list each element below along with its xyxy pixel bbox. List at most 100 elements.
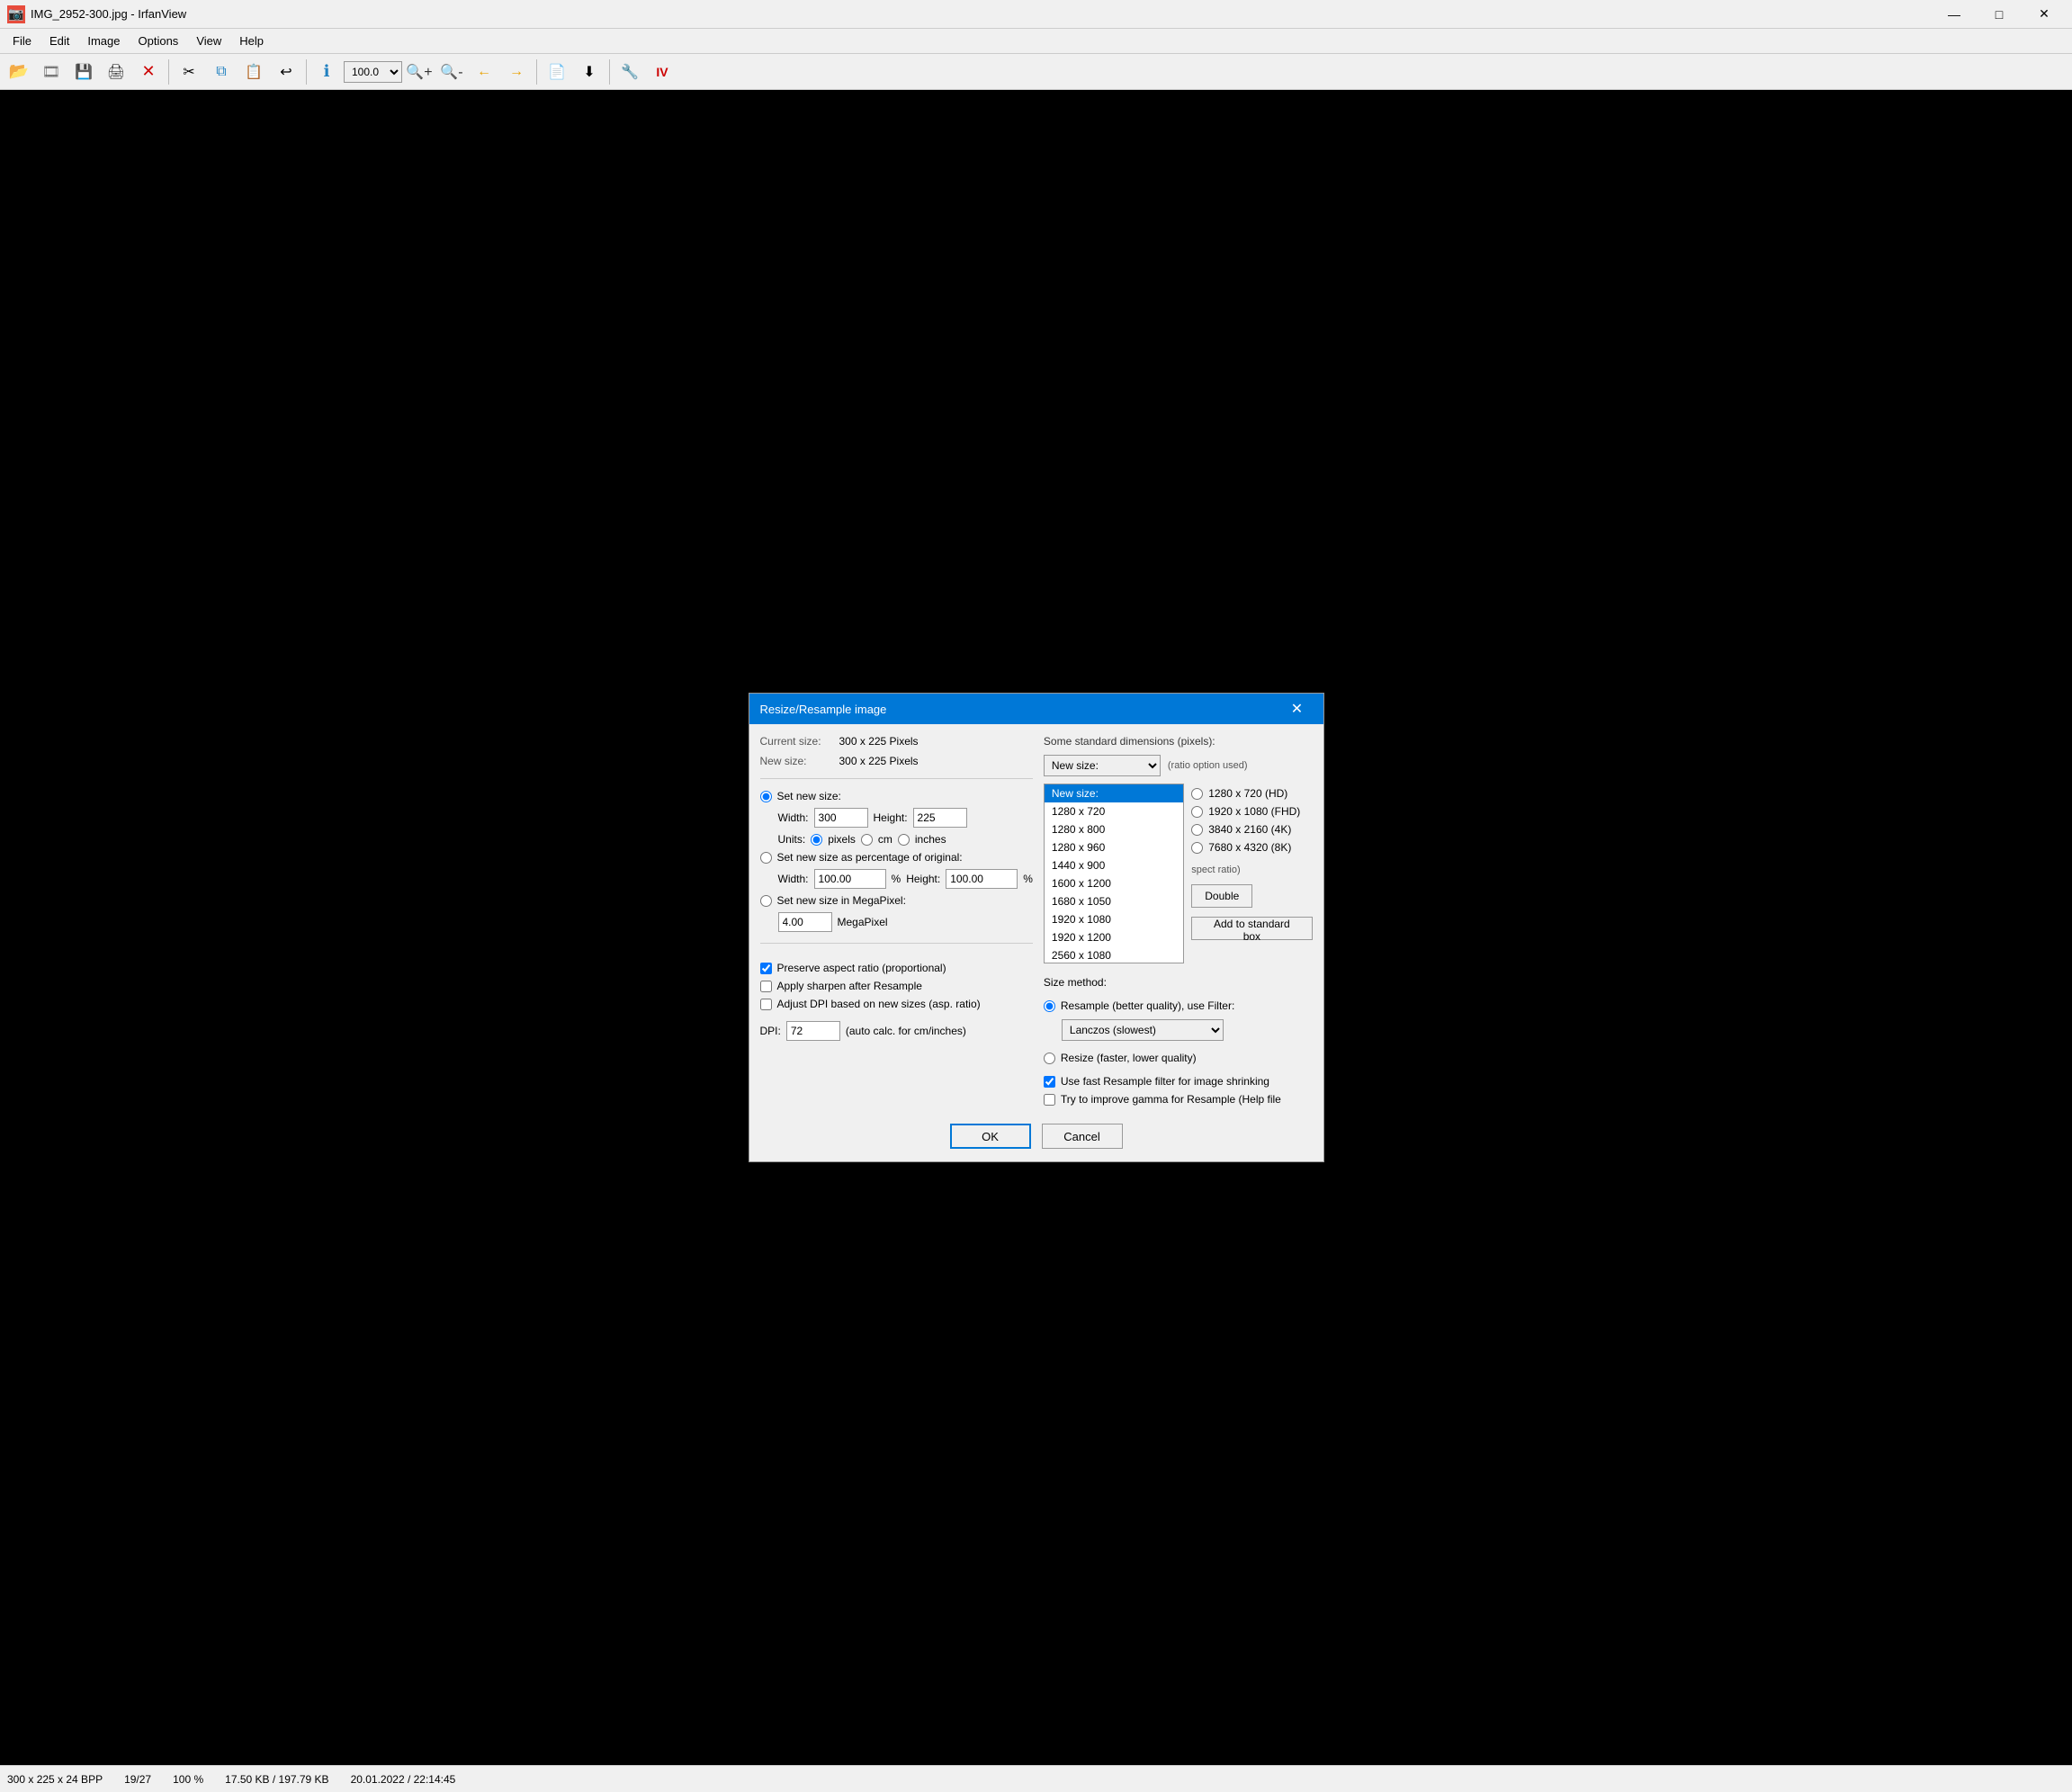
copy-button[interactable]: ⧉ — [206, 57, 237, 87]
dialog-close-button[interactable]: ✕ — [1282, 694, 1313, 724]
fhd-radio[interactable] — [1191, 806, 1203, 818]
irfanview-button[interactable]: IV — [647, 57, 677, 87]
percentage-label: Set new size as percentage of original: — [777, 851, 963, 864]
fhd-radio-row: 1920 x 1080 (FHD) — [1191, 805, 1312, 818]
delete-button[interactable]: ✕ — [133, 57, 164, 87]
pct-width-input[interactable] — [814, 869, 886, 889]
menu-file[interactable]: File — [4, 31, 40, 51]
megapixel-label: Set new size in MegaPixel: — [777, 894, 906, 907]
undo-button[interactable]: ↩ — [271, 57, 301, 87]
filter-select[interactable]: Lanczos (slowest) Bell B-Spline Bicubic … — [1062, 1019, 1224, 1041]
app-icon: 📷 — [7, 5, 25, 23]
resize-dialog: Resize/Resample image ✕ Current size: 30… — [749, 693, 1324, 1162]
status-size: 300 x 225 x 24 BPP — [7, 1773, 103, 1786]
list-item-1680x1050[interactable]: 1680 x 1050 — [1045, 892, 1183, 910]
std-list-container: New size: 1280 x 720 1280 x 800 1280 x 9… — [1044, 784, 1313, 963]
set-new-size-radio[interactable] — [760, 791, 772, 802]
list-item-1440x900[interactable]: 1440 x 900 — [1045, 856, 1183, 874]
resample-radio-row: Resample (better quality), use Filter: — [1044, 999, 1313, 1012]
list-item-1920x1200[interactable]: 1920 x 1200 — [1045, 928, 1183, 946]
settings-button[interactable]: 🔧 — [614, 57, 645, 87]
cancel-button[interactable]: Cancel — [1042, 1124, 1123, 1149]
hd-radio[interactable] — [1191, 788, 1203, 800]
list-item-1920x1080[interactable]: 1920 x 1080 — [1045, 910, 1183, 928]
current-size-label: Current size: — [760, 735, 832, 748]
list-item-1280x720[interactable]: 1280 x 720 — [1045, 802, 1183, 820]
filmstrip-button[interactable]: 🎞 — [36, 57, 67, 87]
pct-symbol-1: % — [892, 873, 901, 885]
status-frame: 19/27 — [124, 1773, 151, 1786]
maximize-button[interactable]: □ — [1978, 0, 2020, 29]
inches-label: inches — [915, 833, 946, 846]
add-to-standard-button[interactable]: Add to standard box — [1191, 917, 1312, 940]
double-button[interactable]: Double — [1191, 884, 1252, 908]
info-button[interactable]: ℹ — [311, 57, 342, 87]
divider-2 — [760, 943, 1033, 944]
height-input[interactable] — [913, 808, 967, 828]
download-button[interactable]: ⬇ — [574, 57, 605, 87]
zoom-in-button[interactable]: 🔍+ — [404, 57, 435, 87]
resize-radio[interactable] — [1044, 1053, 1055, 1064]
menu-options[interactable]: Options — [130, 31, 188, 51]
zoom-out-icon: 🔍- — [440, 63, 462, 81]
download-icon: ⬇ — [583, 63, 595, 81]
cut-button[interactable]: ✂ — [174, 57, 204, 87]
dpi-label: DPI: — [760, 1025, 781, 1037]
copy-icon: ⧉ — [216, 64, 226, 80]
menu-edit[interactable]: Edit — [40, 31, 78, 51]
info-icon: ℹ — [324, 62, 330, 81]
forward-button[interactable]: → — [501, 57, 532, 87]
list-item-1600x1200[interactable]: 1600 x 1200 — [1045, 874, 1183, 892]
std-size-list[interactable]: New size: 1280 x 720 1280 x 800 1280 x 9… — [1044, 784, 1184, 963]
back-button[interactable]: ← — [469, 57, 499, 87]
4k-radio[interactable] — [1191, 824, 1203, 836]
megapixel-radio[interactable] — [760, 895, 772, 907]
toolbar-separator-1 — [168, 59, 169, 85]
menu-image[interactable]: Image — [78, 31, 129, 51]
width-input[interactable] — [814, 808, 868, 828]
zoom-select[interactable]: 100.0 50.0 75.0 150.0 200.0 — [344, 61, 402, 83]
hd-label: 1280 x 720 (HD) — [1208, 787, 1287, 800]
current-size-value: 300 x 225 Pixels — [839, 735, 919, 748]
adjust-dpi-checkbox[interactable] — [760, 999, 772, 1010]
copy2-icon: 📄 — [548, 63, 566, 81]
list-item-newsize[interactable]: New size: — [1045, 784, 1183, 802]
zoom-out-button[interactable]: 🔍- — [436, 57, 467, 87]
list-item-1280x960[interactable]: 1280 x 960 — [1045, 838, 1183, 856]
paste-button[interactable]: 📋 — [238, 57, 269, 87]
pixels-radio[interactable] — [811, 834, 822, 846]
menu-help[interactable]: Help — [230, 31, 273, 51]
menu-view[interactable]: View — [187, 31, 230, 51]
list-item-1280x800[interactable]: 1280 x 800 — [1045, 820, 1183, 838]
save-button[interactable]: 💾 — [68, 57, 99, 87]
preset-radios: 1280 x 720 (HD) 1920 x 1080 (FHD) 3840 x… — [1191, 787, 1312, 963]
sharpen-checkbox[interactable] — [760, 981, 772, 992]
4k-radio-row: 3840 x 2160 (4K) — [1191, 823, 1312, 836]
fast-resample-checkbox[interactable] — [1044, 1076, 1055, 1088]
open-button[interactable]: 📂 — [4, 57, 34, 87]
minimize-button[interactable]: — — [1933, 0, 1975, 29]
resample-radio[interactable] — [1044, 1000, 1055, 1012]
pct-height-input[interactable] — [946, 869, 1018, 889]
megapixel-input[interactable] — [778, 912, 832, 932]
toolbar-separator-4 — [609, 59, 610, 85]
8k-radio-row: 7680 x 4320 (8K) — [1191, 841, 1312, 854]
preserve-checkbox[interactable] — [760, 963, 772, 974]
save-icon: 💾 — [75, 63, 93, 81]
8k-radio[interactable] — [1191, 842, 1203, 854]
pct-symbol-2: % — [1023, 873, 1033, 885]
print-button[interactable]: 🖨 — [101, 57, 131, 87]
size-dropdown[interactable]: New size: — [1044, 755, 1161, 776]
percentage-radio[interactable] — [760, 852, 772, 864]
8k-label: 7680 x 4320 (8K) — [1208, 841, 1291, 854]
double-add-btn-row: Double — [1191, 884, 1312, 908]
list-item-2560x1080[interactable]: 2560 x 1080 — [1045, 946, 1183, 963]
forward-icon: → — [509, 64, 524, 80]
cm-radio[interactable] — [861, 834, 873, 846]
close-button[interactable]: ✕ — [2023, 0, 2065, 29]
copy2-button[interactable]: 📄 — [542, 57, 572, 87]
improve-gamma-checkbox[interactable] — [1044, 1094, 1055, 1106]
ok-button[interactable]: OK — [950, 1124, 1031, 1149]
dpi-input[interactable] — [786, 1021, 840, 1041]
inches-radio[interactable] — [898, 834, 910, 846]
